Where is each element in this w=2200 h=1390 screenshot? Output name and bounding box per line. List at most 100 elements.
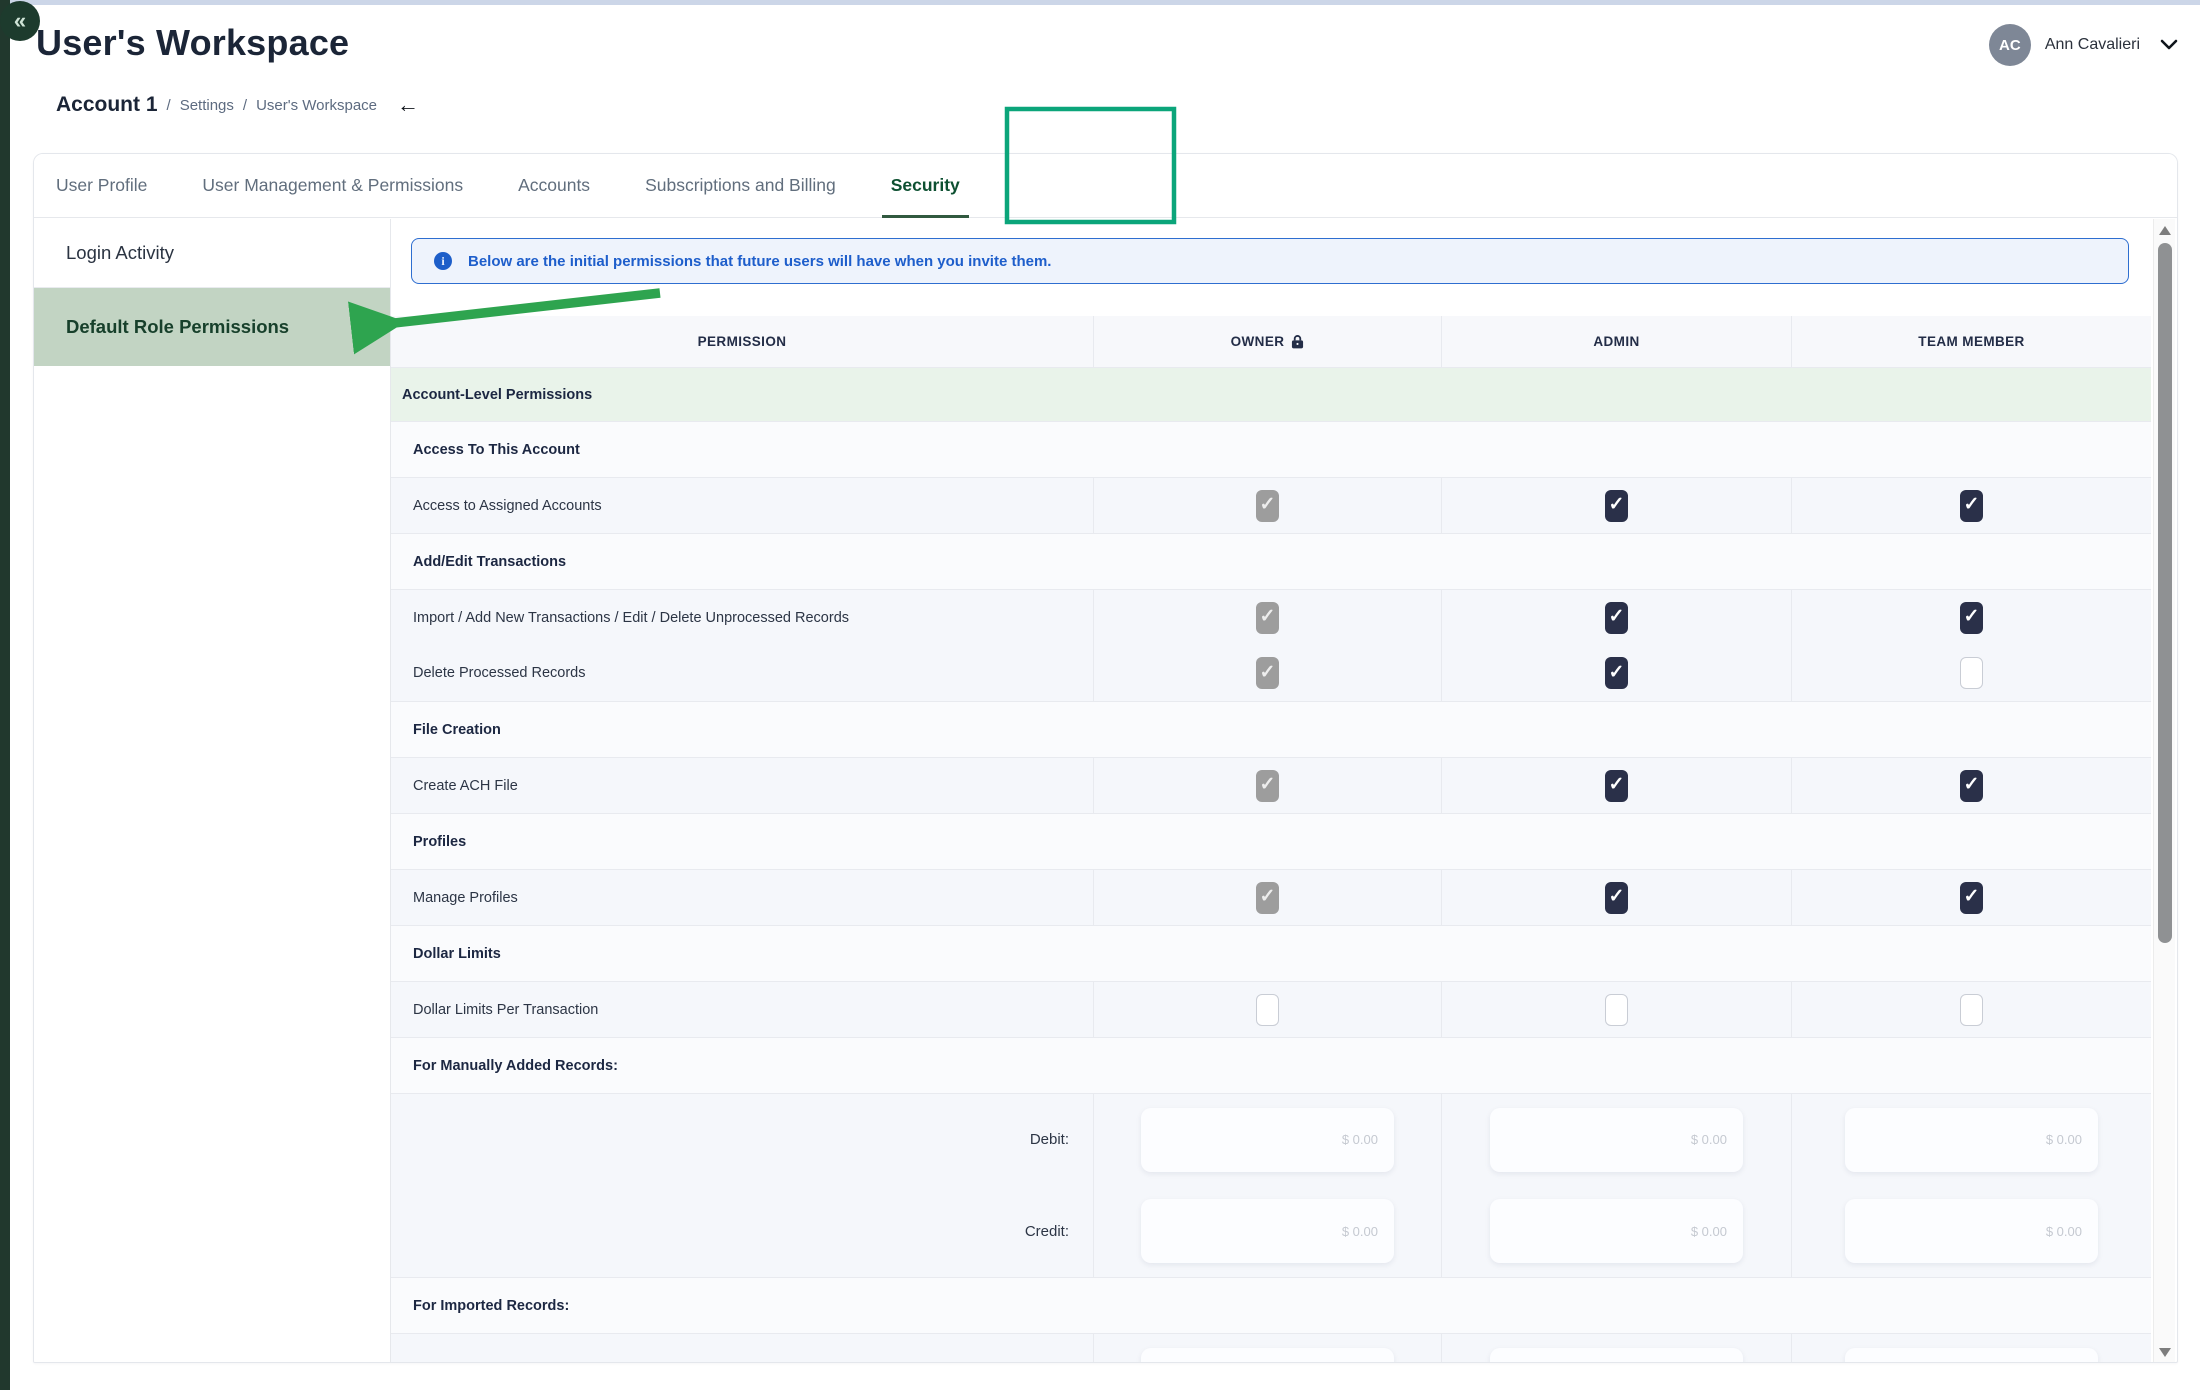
group-row: For Imported Records: bbox=[391, 1277, 2151, 1333]
owner-cell: ✓ bbox=[1093, 758, 1441, 813]
admin-amount-input[interactable] bbox=[1490, 1199, 1743, 1263]
owner-cell: ✓ bbox=[1093, 645, 1441, 701]
check-icon: ✓ bbox=[1964, 607, 1980, 626]
team-member-checkbox[interactable]: ✓ bbox=[1960, 882, 1983, 914]
check-icon: ✓ bbox=[1609, 607, 1625, 626]
tab-accounts[interactable]: Accounts bbox=[518, 154, 590, 218]
tab-security[interactable]: Security bbox=[891, 154, 960, 218]
team-member-cell: ✓ bbox=[1791, 758, 2151, 813]
tab-user-management-permissions[interactable]: User Management & Permissions bbox=[202, 154, 463, 218]
owner-cell bbox=[1093, 1334, 1441, 1363]
admin-cell bbox=[1441, 982, 1791, 1037]
section-row: Account-Level Permissions bbox=[391, 367, 2151, 421]
owner-checkbox[interactable] bbox=[1256, 994, 1279, 1026]
team-member-amount-input[interactable] bbox=[1845, 1348, 2098, 1364]
permission-label: Credit: bbox=[391, 1185, 1093, 1277]
check-icon: ✓ bbox=[1609, 775, 1625, 794]
permission-label: Dollar Limits Per Transaction bbox=[391, 982, 1093, 1037]
owner-cell bbox=[1093, 1185, 1441, 1277]
team-member-cell bbox=[1791, 645, 2151, 701]
chevron-down-icon[interactable] bbox=[2160, 39, 2178, 51]
team-member-amount-input[interactable] bbox=[1845, 1108, 2098, 1172]
group-label: For Manually Added Records: bbox=[391, 1038, 2151, 1093]
permission-row: Access to Assigned Accounts✓✓✓ bbox=[391, 477, 2151, 533]
permission-label: Import / Add New Transactions / Edit / D… bbox=[391, 590, 1093, 645]
back-arrow-icon[interactable]: ← bbox=[397, 92, 419, 118]
breadcrumb-account[interactable]: Account 1 bbox=[56, 93, 158, 117]
money-row: Debit: bbox=[391, 1333, 2151, 1363]
breadcrumb: Account 1 / Settings / User's Workspace … bbox=[0, 85, 419, 125]
permission-label: Create ACH File bbox=[391, 758, 1093, 813]
table-header-row: PERMISSION OWNER ADMIN TEAM MEMBER bbox=[391, 316, 2151, 367]
permission-row: Create ACH File ✓ ✓ ✓ bbox=[391, 757, 2151, 813]
top-strip bbox=[0, 0, 2200, 5]
check-icon: ✓ bbox=[1964, 495, 1980, 514]
admin-cell bbox=[1441, 1334, 1791, 1363]
breadcrumb-workspace[interactable]: User's Workspace bbox=[256, 97, 377, 114]
team-member-checkbox[interactable]: ✓ bbox=[1960, 490, 1983, 522]
owner-cell bbox=[1093, 1094, 1441, 1185]
tab-user-profile[interactable]: User Profile bbox=[56, 154, 147, 218]
left-edge-bar bbox=[0, 0, 10, 1390]
owner-checkbox: ✓ bbox=[1256, 602, 1279, 634]
vertical-scrollbar[interactable] bbox=[2153, 219, 2175, 1363]
team-member-amount-input[interactable] bbox=[1845, 1199, 2098, 1263]
owner-cell: ✓ bbox=[1093, 478, 1441, 533]
permission-label: Debit: bbox=[391, 1334, 1093, 1363]
sidebar-item-login-activity[interactable]: Login Activity bbox=[34, 219, 390, 288]
breadcrumb-separator: / bbox=[167, 97, 171, 114]
admin-checkbox[interactable]: ✓ bbox=[1605, 770, 1628, 802]
check-icon: ✓ bbox=[1260, 495, 1276, 514]
breadcrumb-settings[interactable]: Settings bbox=[180, 97, 234, 114]
admin-checkbox[interactable]: ✓ bbox=[1605, 882, 1628, 914]
owner-checkbox: ✓ bbox=[1256, 882, 1279, 914]
team-member-checkbox[interactable] bbox=[1960, 994, 1983, 1026]
group-label: Profiles bbox=[391, 814, 2151, 869]
section-label: Account-Level Permissions bbox=[391, 368, 2151, 421]
team-member-checkbox[interactable]: ✓ bbox=[1960, 770, 1983, 802]
breadcrumb-separator: / bbox=[243, 97, 247, 114]
owner-amount-input[interactable] bbox=[1141, 1199, 1394, 1263]
settings-card: User Profile User Management & Permissio… bbox=[33, 153, 2178, 1363]
permission-row: Manage Profiles✓✓✓ bbox=[391, 869, 2151, 925]
check-icon: ✓ bbox=[1609, 495, 1625, 514]
team-member-checkbox[interactable] bbox=[1960, 657, 1983, 689]
security-sidebar: Login Activity Default Role Permissions bbox=[34, 219, 391, 1363]
admin-amount-input[interactable] bbox=[1490, 1348, 1743, 1364]
tab-subscriptions-billing[interactable]: Subscriptions and Billing bbox=[645, 154, 836, 218]
info-icon: i bbox=[434, 252, 452, 270]
lock-icon bbox=[1291, 334, 1304, 349]
column-header-admin: ADMIN bbox=[1441, 316, 1791, 367]
check-icon: ✓ bbox=[1260, 887, 1276, 906]
scroll-down-arrow[interactable] bbox=[2159, 1348, 2171, 1357]
admin-cell: ✓ bbox=[1441, 478, 1791, 533]
group-row: Access To This Account bbox=[391, 421, 2151, 477]
avatar[interactable]: AC bbox=[1989, 24, 2031, 66]
admin-checkbox[interactable]: ✓ bbox=[1605, 602, 1628, 634]
group-row: Profiles bbox=[391, 813, 2151, 869]
admin-checkbox[interactable]: ✓ bbox=[1605, 657, 1628, 689]
check-icon: ✓ bbox=[1260, 775, 1276, 794]
team-member-cell: ✓ bbox=[1791, 478, 2151, 533]
sidebar-item-default-role-permissions[interactable]: Default Role Permissions bbox=[34, 288, 390, 366]
admin-checkbox[interactable] bbox=[1605, 994, 1628, 1026]
owner-amount-input[interactable] bbox=[1141, 1348, 1394, 1364]
team-member-checkbox[interactable]: ✓ bbox=[1960, 602, 1983, 634]
group-label: Access To This Account bbox=[391, 422, 2151, 477]
check-icon: ✓ bbox=[1609, 663, 1625, 682]
admin-amount-input[interactable] bbox=[1490, 1108, 1743, 1172]
owner-amount-input[interactable] bbox=[1141, 1108, 1394, 1172]
column-header-team-member: TEAM MEMBER bbox=[1791, 316, 2151, 367]
column-header-permission: PERMISSION bbox=[391, 316, 1093, 367]
group-label: Dollar Limits bbox=[391, 926, 2151, 981]
scroll-up-arrow[interactable] bbox=[2159, 226, 2171, 235]
admin-checkbox[interactable]: ✓ bbox=[1605, 490, 1628, 522]
group-label: Add/Edit Transactions bbox=[391, 534, 2151, 589]
permission-row: Delete Processed Records✓✓ bbox=[391, 645, 2151, 701]
money-row: Debit: bbox=[391, 1093, 2151, 1185]
user-menu[interactable]: AC Ann Cavalieri bbox=[1989, 24, 2178, 66]
info-banner-text: Below are the initial permissions that f… bbox=[468, 253, 1051, 270]
scrollbar-thumb[interactable] bbox=[2158, 243, 2172, 943]
sidebar-collapse-button[interactable]: « bbox=[0, 1, 40, 41]
user-name: Ann Cavalieri bbox=[2045, 36, 2140, 54]
